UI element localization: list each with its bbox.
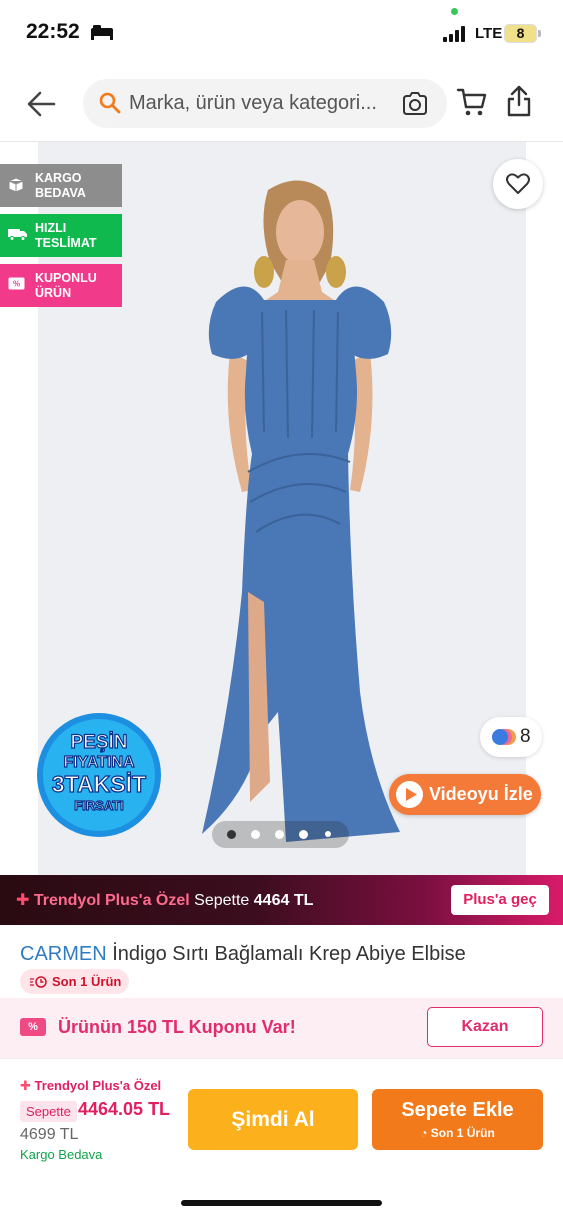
video-label: Videoyu İzle (429, 784, 533, 804)
heart-icon (506, 173, 530, 194)
sepette-price: 4464.05 TL (78, 1099, 171, 1119)
box-icon (8, 177, 24, 193)
watch-video-button[interactable]: Videoyu İzle (389, 774, 541, 815)
sepette-tag: Sepette (20, 1101, 77, 1122)
plus-cross-icon: ✚ (20, 1078, 31, 1093)
plus-sepette: Sepette (194, 892, 250, 909)
color-options-button[interactable]: 8 (480, 717, 542, 757)
search-input[interactable]: Marka, ürün veya kategori... (129, 92, 394, 115)
product-name: İndigo Sırtı Bağlamalı Krep Abiye Elbise (112, 943, 466, 965)
page-dot[interactable] (299, 830, 308, 839)
battery-icon: 8 (504, 24, 537, 43)
network-type: LTE (475, 25, 503, 42)
promo-line-1: PEŞİN (70, 732, 127, 753)
coupon-icon: % (8, 277, 25, 290)
price: 4699 TL (20, 1126, 79, 1143)
home-indicator (181, 1200, 382, 1206)
signal-icon (443, 26, 465, 42)
coupon-text: Ürünün 150 TL Kuponu Var! (58, 1017, 296, 1037)
page-dot[interactable] (251, 830, 260, 839)
add-to-cart-button[interactable]: Sepete Ekle ◔ Son 1 Ürün (372, 1089, 543, 1150)
clock-icon: ◔ (420, 1126, 428, 1140)
color-swatch-icon (492, 729, 516, 745)
plus-cross-icon: ✚ (16, 892, 30, 909)
clock-icon (30, 976, 47, 988)
purchase-bar: ✚ Trendyol Plus'a Özel Sepette 4464.05 T… (0, 1058, 563, 1218)
page-dot[interactable] (275, 830, 284, 839)
coupon-icon: % (20, 1018, 46, 1036)
camera-icon[interactable] (401, 91, 429, 117)
page-dot[interactable] (325, 831, 331, 837)
battery-tip (538, 30, 541, 37)
share-icon[interactable] (505, 84, 533, 118)
coupon-banner: % Ürünün 150 TL Kuponu Var! Kazan (0, 998, 563, 1058)
claim-coupon-button[interactable]: Kazan (427, 1007, 543, 1047)
badge-fast-delivery: HIZLI TESLİMAT (0, 214, 122, 257)
product-image-gallery[interactable]: KARGO BEDAVA HIZLI TESLİMAT % KUPONLU ÜR… (0, 142, 563, 875)
badge-label: HIZLI TESLİMAT (35, 221, 97, 250)
favorite-button[interactable] (493, 159, 543, 209)
plus-label: Trendyol Plus'a Özel (33, 892, 190, 909)
svg-text:%: % (13, 280, 20, 289)
add-to-cart-sub: ◔ Son 1 Ürün (372, 1126, 543, 1140)
camera-indicator-dot (451, 8, 458, 15)
promo-line-4: FIRSATI (74, 798, 124, 813)
stock-text: Son 1 Ürün (52, 974, 122, 989)
brand-link[interactable]: CARMEN (20, 943, 107, 965)
back-arrow-icon[interactable] (24, 86, 60, 122)
add-to-cart-label: Sepete Ekle (401, 1099, 514, 1121)
badge-label: KUPONLU ÜRÜN (35, 271, 97, 300)
cart-icon[interactable] (456, 86, 488, 118)
product-title: CARMEN İndigo Sırtı Bağlamalı Krep Abiye… (20, 943, 466, 966)
plus-promo-text: ✚ Trendyol Plus'a Özel Sepette 4464 TL (16, 890, 313, 910)
promo-line-3: 3TAKSİT (52, 771, 146, 797)
badge-label: KARGO BEDAVA (35, 171, 86, 200)
promo-line-2: FIYATINA (63, 754, 135, 771)
page-dot-active[interactable] (227, 830, 236, 839)
play-icon (396, 781, 423, 808)
badge-coupon: % KUPONLU ÜRÜN (0, 264, 122, 307)
product-photo-dress (202, 180, 400, 842)
search-icon (99, 92, 121, 114)
plus-join-button[interactable]: Plus'a geç (451, 885, 549, 915)
gallery-pagination[interactable] (212, 821, 349, 848)
badge-free-shipping: KARGO BEDAVA (0, 164, 122, 207)
plus-label: ✚ Trendyol Plus'a Özel (20, 1078, 161, 1094)
buy-now-button[interactable]: Şimdi Al (188, 1089, 358, 1150)
installment-promo-sticker: PEŞİN FIYATINA 3TAKSİT FIRSATI (37, 713, 161, 837)
plus-price: 4464 TL (253, 892, 314, 909)
shipping-info: Kargo Bedava (20, 1147, 103, 1162)
plus-promo-strip: ✚ Trendyol Plus'a Özel Sepette 4464 TL P… (0, 875, 563, 925)
sleep-mode-icon (91, 25, 113, 40)
clock: 22:52 (26, 20, 80, 43)
plus-label-text: Trendyol Plus'a Özel (34, 1078, 162, 1093)
add-to-cart-stock: Son 1 Ürün (430, 1126, 495, 1140)
status-bar: 22:52 LTE 8 (0, 0, 563, 66)
stock-badge: Son 1 Ürün (20, 969, 129, 994)
color-count: 8 (520, 726, 531, 747)
search-bar[interactable]: Marka, ürün veya kategori... (83, 79, 447, 128)
truck-icon (8, 229, 27, 241)
